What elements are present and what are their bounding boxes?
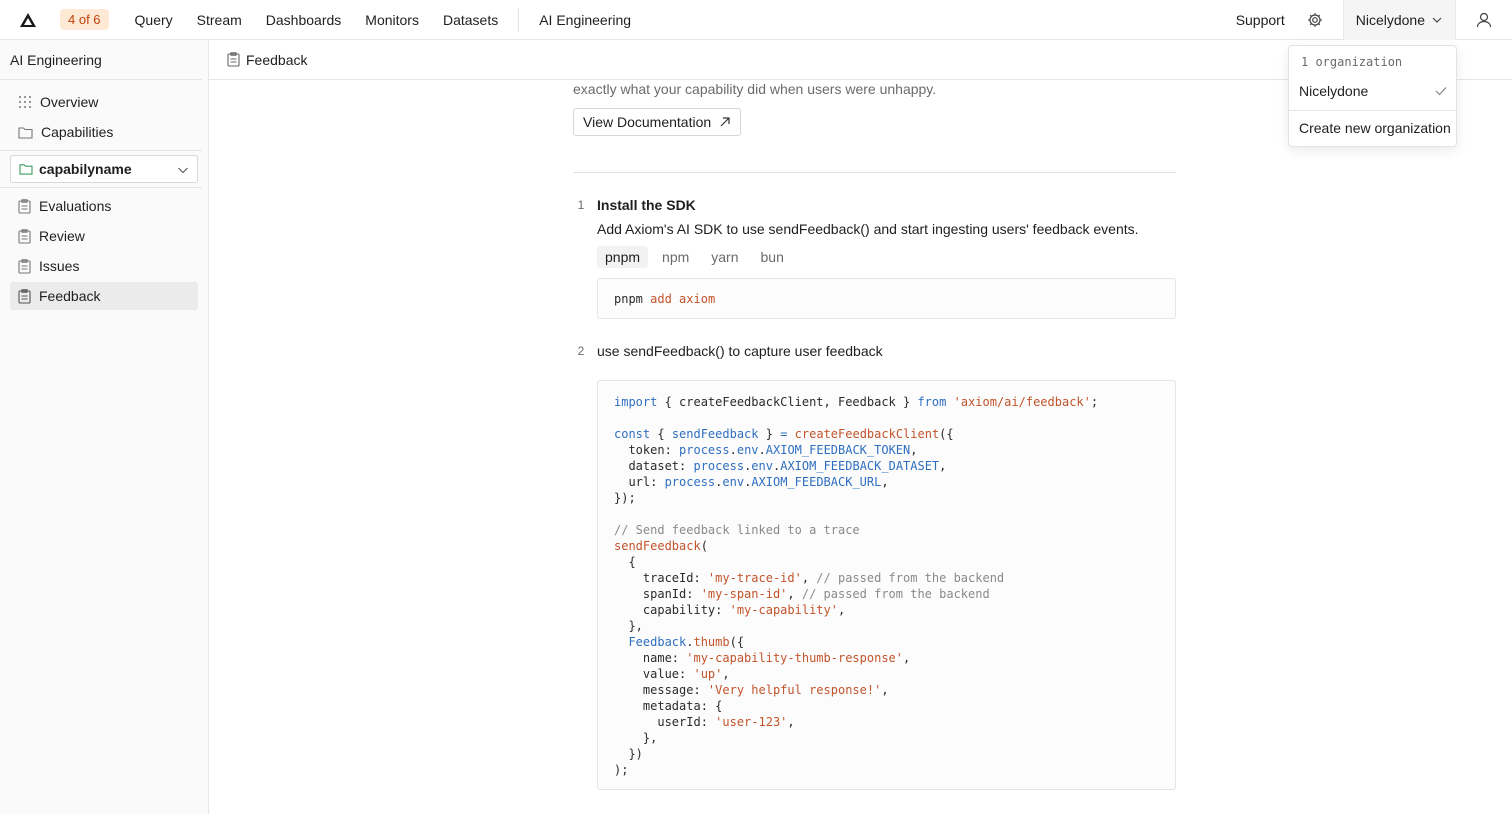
install-code-block[interactable]: pnpm add axiom <box>597 278 1176 319</box>
sidebar-item-capabilities[interactable]: Capabilities <box>10 118 198 146</box>
tab-npm[interactable]: npm <box>654 246 697 268</box>
org-menu-item[interactable]: Nicelydone <box>1299 83 1447 99</box>
tab-yarn[interactable]: yarn <box>703 246 746 268</box>
nav-monitors[interactable]: Monitors <box>353 0 431 40</box>
org-switcher-button[interactable]: Nicelydone <box>1342 0 1456 40</box>
nav-stream[interactable]: Stream <box>185 0 254 40</box>
view-documentation-button[interactable]: View Documentation <box>573 108 742 136</box>
nav-dashboards[interactable]: Dashboards <box>254 0 354 40</box>
org-menu-item-label: Nicelydone <box>1299 83 1369 99</box>
chevron-down-icon <box>178 167 188 174</box>
step-description: Add Axiom's AI SDK to use sendFeedback()… <box>597 221 1139 237</box>
nav-datasets[interactable]: Datasets <box>431 0 510 40</box>
clipboard-icon <box>18 228 31 244</box>
sidebar-item-label: Review <box>39 228 85 244</box>
install-command: pnpm <box>614 292 643 306</box>
grid-icon <box>19 96 31 108</box>
user-icon[interactable] <box>1456 0 1512 40</box>
step-number: 2 <box>577 344 585 358</box>
gear-icon[interactable] <box>1295 0 1335 40</box>
support-link[interactable]: Support <box>1226 12 1295 28</box>
usage-code-block[interactable]: import { createFeedbackClient, Feedback … <box>597 380 1176 790</box>
clipboard-icon <box>18 198 31 214</box>
org-dropdown-menu: 1 organization Nicelydone Create new org… <box>1288 45 1457 147</box>
capability-select[interactable]: capabilyname <box>10 155 198 183</box>
tab-pnpm[interactable]: pnpm <box>597 246 649 268</box>
sidebar-item-feedback[interactable]: Feedback <box>10 282 198 310</box>
sidebar-title: AI Engineering <box>0 40 202 80</box>
intro-text: exactly what your capability did when us… <box>573 81 937 97</box>
sidebar-item-label: Issues <box>39 258 80 274</box>
sidebar-item-evaluations[interactable]: Evaluations <box>10 192 198 220</box>
capability-name: capabilyname <box>39 161 132 177</box>
code-snippet: import { createFeedbackClient, Feedback … <box>614 395 1099 777</box>
external-link-icon <box>720 117 730 127</box>
install-args: add axiom <box>650 292 716 306</box>
step-number: 1 <box>577 198 585 212</box>
nav-query[interactable]: Query <box>123 0 185 40</box>
sidebar-item-overview[interactable]: Overview <box>10 88 198 116</box>
org-count: 1 organization <box>1301 55 1403 69</box>
section-divider <box>573 172 1176 173</box>
tab-bun[interactable]: bun <box>753 246 792 268</box>
sidebar-item-issues[interactable]: Issues <box>10 252 198 280</box>
clipboard-icon <box>227 52 240 67</box>
sidebar: AI Engineering Overview Capabilities cap… <box>0 40 209 814</box>
step-title: Install the SDK <box>597 197 696 213</box>
button-label: View Documentation <box>583 114 712 130</box>
menu-divider <box>1289 110 1457 111</box>
sidebar-item-label: Overview <box>40 94 99 110</box>
sidebar-item-label: Feedback <box>39 288 101 304</box>
org-name: Nicelydone <box>1355 12 1425 28</box>
sidebar-divider <box>0 150 202 151</box>
clipboard-icon <box>18 288 31 304</box>
sidebar-item-label: Capabilities <box>41 124 114 140</box>
step-title: use sendFeedback() to capture user feedb… <box>597 343 883 359</box>
folder-icon <box>18 126 33 139</box>
nav-divider <box>518 7 520 32</box>
axiom-logo-icon[interactable] <box>0 0 56 40</box>
check-icon <box>1435 87 1447 96</box>
page-title: Feedback <box>246 51 308 68</box>
sidebar-item-label: Evaluations <box>39 198 112 214</box>
sidebar-divider <box>0 187 202 188</box>
nav-ai-engineering[interactable]: AI Engineering <box>527 0 643 40</box>
top-bar: 4 of 6 Query Stream Dashboards Monitors … <box>0 0 1512 40</box>
folder-icon <box>19 164 33 175</box>
sidebar-item-review[interactable]: Review <box>10 222 198 250</box>
create-organization-item[interactable]: Create new organization <box>1299 120 1451 136</box>
package-manager-tabs: pnpm npm yarn bun <box>597 246 792 268</box>
chevron-down-icon <box>1432 17 1442 23</box>
progress-badge[interactable]: 4 of 6 <box>60 9 109 30</box>
clipboard-icon <box>18 258 31 274</box>
